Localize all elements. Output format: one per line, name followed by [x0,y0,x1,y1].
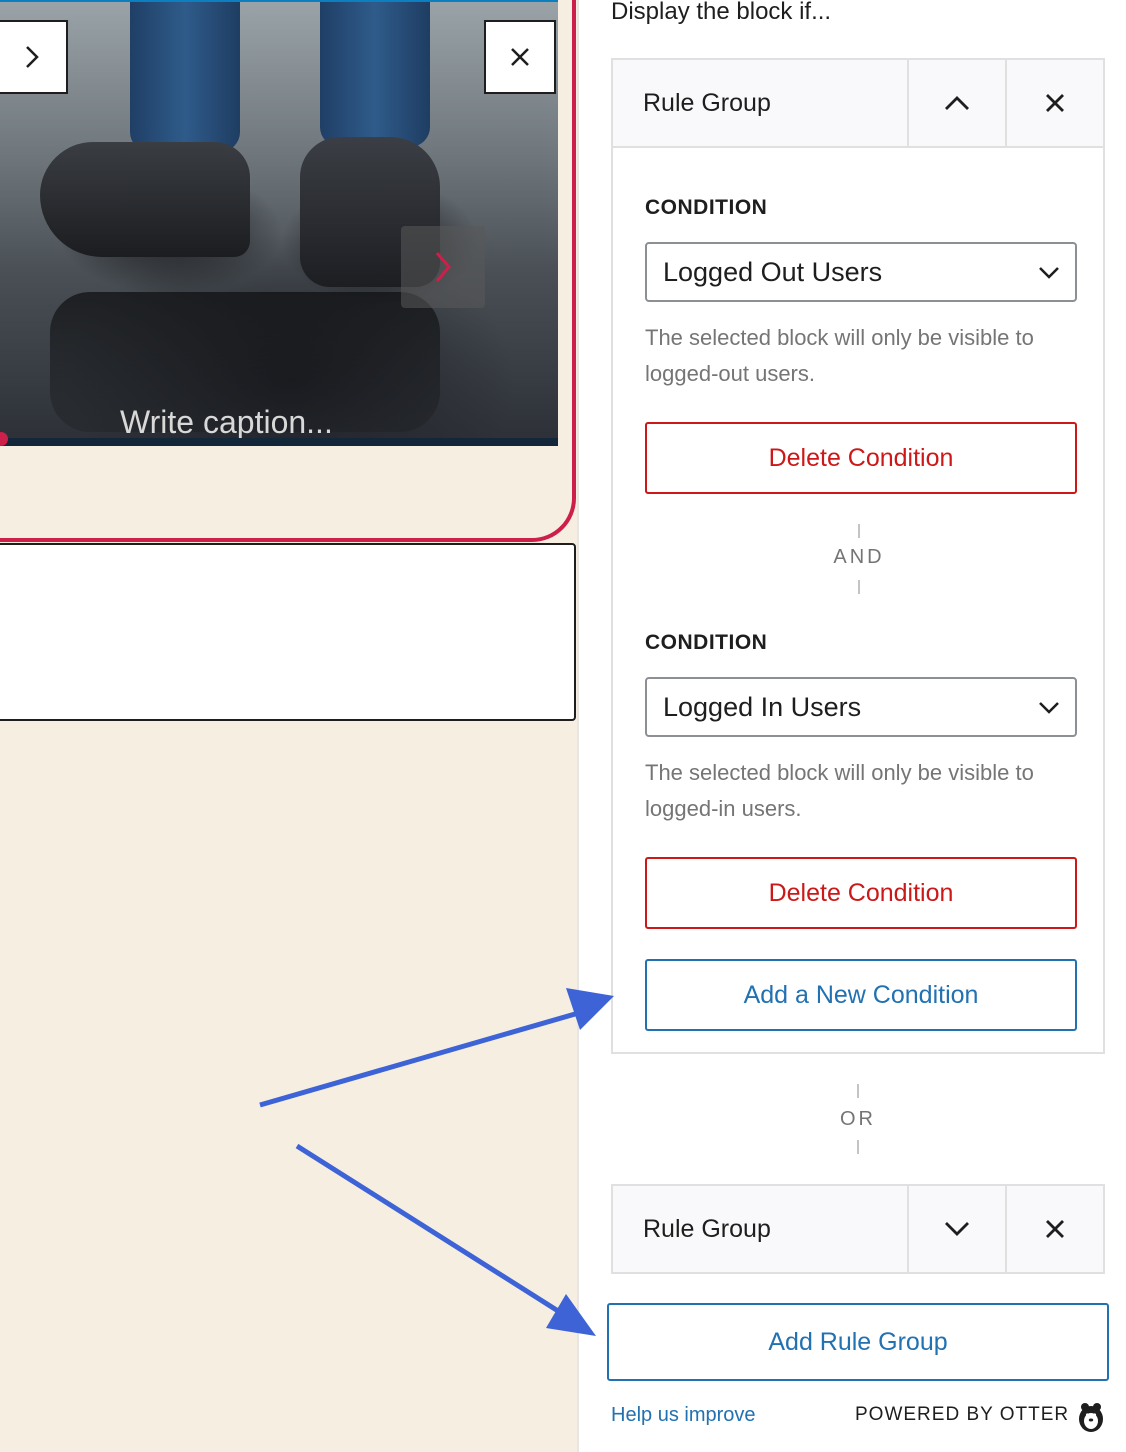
separator-line [857,1084,859,1098]
empty-block[interactable] [0,543,576,721]
slider-image[interactable]: Write caption... [0,2,558,446]
separator-line [858,580,860,594]
condition-select-value: Logged Out Users [663,256,883,287]
next-button[interactable] [0,20,68,94]
boot-left [40,142,250,257]
rule-group-body: CONDITION Logged Out Users The selected … [611,148,1105,1054]
and-label: AND [833,546,885,568]
condition-select[interactable]: Logged Out Users [645,242,1077,302]
chevron-right-icon [26,46,39,68]
slider-caption[interactable]: Write caption... [120,404,333,441]
close-icon [511,48,529,66]
condition-select-value: Logged In Users [663,691,862,722]
rule-group-header: Rule Group [611,1184,1105,1274]
separator-line [858,524,860,538]
delete-condition-button[interactable]: Delete Condition [645,422,1077,494]
condition-label: CONDITION [645,196,768,219]
visibility-conditions-panel: Display the block if... Rule Group CONDI… [579,0,1126,1452]
close-icon [1046,94,1064,112]
expand-group-button[interactable] [907,1186,1005,1272]
remove-group-button[interactable] [1005,60,1103,146]
condition-select[interactable]: Logged In Users [645,677,1077,737]
slider-bottom-bar [0,438,558,446]
editor-canvas: Write caption... [0,0,577,1452]
chevron-right-icon [435,252,451,282]
panel-title: Display the block if... [611,0,832,25]
remove-group-button[interactable] [1005,1186,1103,1272]
rule-group-header: Rule Group [611,58,1105,148]
otter-icon [1079,1403,1103,1432]
delete-condition-button[interactable]: Delete Condition [645,857,1077,929]
help-improve-link[interactable]: Help us improve [611,1404,756,1427]
close-icon [1046,1220,1064,1238]
jeans-right [320,2,430,147]
add-condition-button[interactable]: Add a New Condition [645,959,1077,1031]
rule-group-title[interactable]: Rule Group [613,1186,907,1272]
separator-line [857,1140,859,1154]
or-separator: OR [808,1084,908,1154]
rule-group-title[interactable]: Rule Group [613,60,907,146]
condition-help-text: The selected block will only be visible … [645,760,1034,821]
slide-next-arrow[interactable] [401,226,485,308]
condition-help-text: The selected block will only be visible … [645,325,1034,386]
or-label: OR [840,1108,876,1130]
chevron-down-icon [945,1222,969,1236]
add-rule-group-button[interactable]: Add Rule Group [607,1303,1109,1381]
condition-label: CONDITION [645,631,768,654]
chevron-down-icon [1039,702,1059,714]
chevron-down-icon [1039,267,1059,279]
jeans-left [130,2,240,152]
powered-by-text: POWERED BY OTTER [855,1404,1070,1425]
collapse-group-button[interactable] [907,60,1005,146]
chevron-up-icon [945,96,969,110]
close-button[interactable] [484,20,556,94]
and-separator: AND [809,524,909,594]
